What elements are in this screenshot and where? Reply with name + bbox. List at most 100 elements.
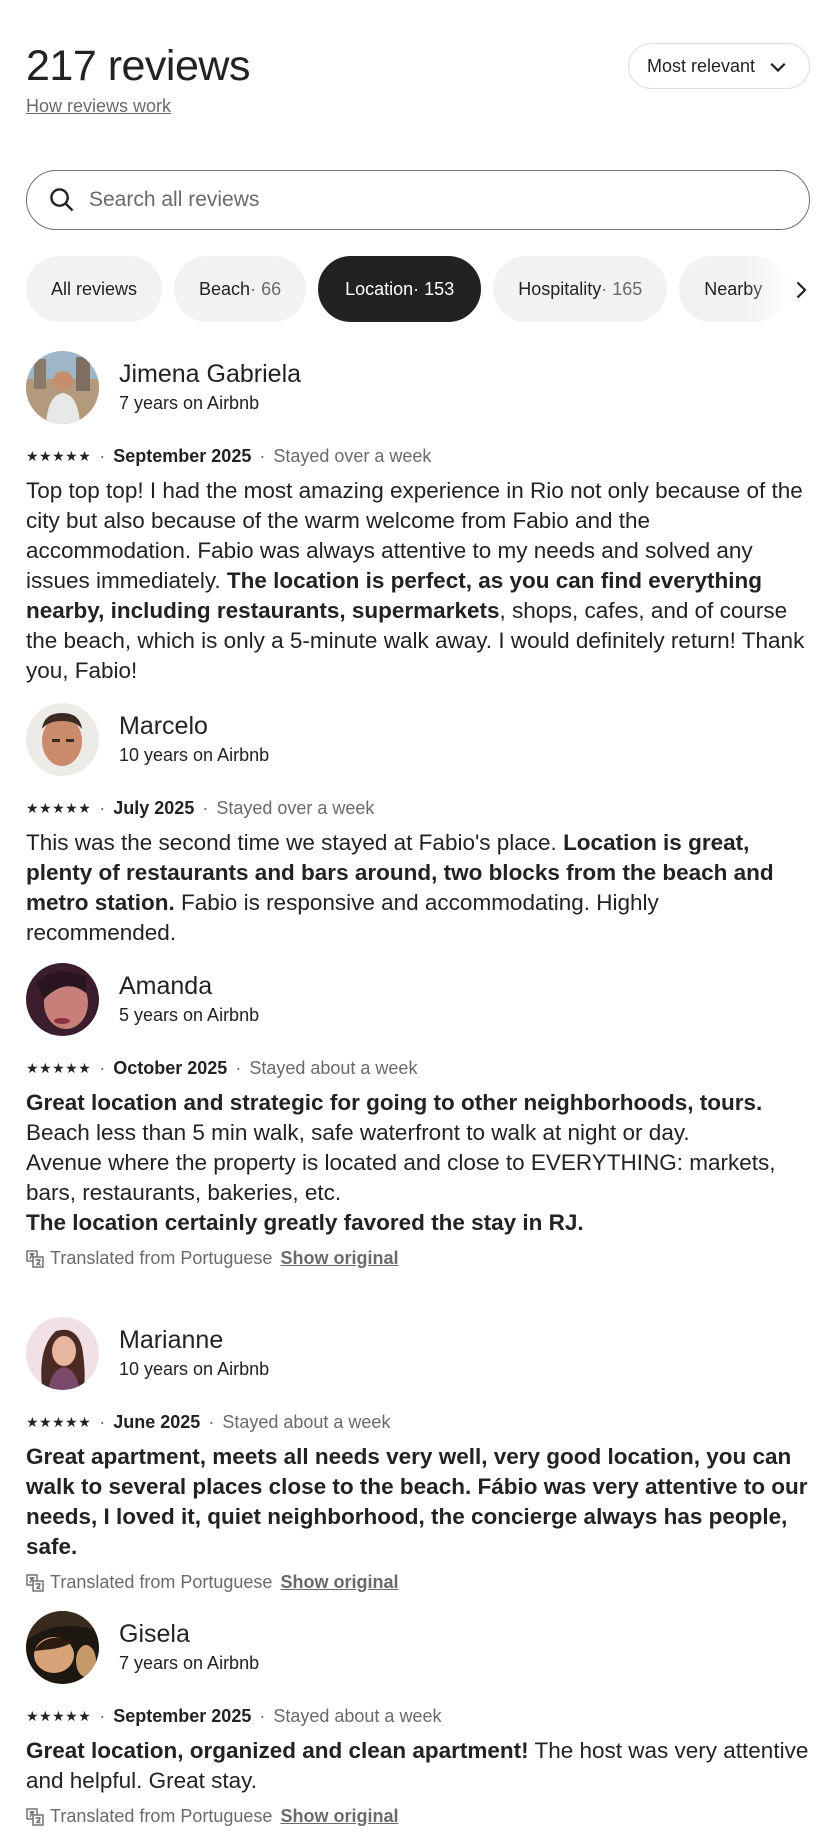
separator: · [202,798,209,818]
show-original-link[interactable]: Show original [280,1572,398,1593]
show-original-link[interactable]: Show original [280,1806,398,1827]
review-body: This was the second time we stayed at Fa… [26,828,810,948]
review-text: Avenue where the property is located and… [26,1150,776,1205]
rating-stars: ★★★★★ [26,448,92,464]
sort-dropdown[interactable]: Most relevant [627,43,810,89]
chip-count: · 153 [413,278,455,299]
review-highlight: Great apartment, meets all needs very we… [26,1444,808,1559]
rating-stars: ★★★★★ [26,1708,92,1724]
review-date: October 2025 [113,1058,228,1078]
separator: · [99,1706,106,1726]
review-item: Gisela 7 years on Airbnb ★★★★★ · Septemb… [26,1610,810,1840]
separator: · [99,1058,106,1078]
avatar[interactable] [26,702,99,776]
reviewer: Amanda 5 years on Airbnb [26,962,810,1036]
reviewer-tenure: 5 years on Airbnb [119,1005,260,1025]
separator: · [99,446,106,466]
avatar[interactable] [26,1610,99,1684]
review-date: September 2025 [113,446,252,466]
reviewer: Gisela 7 years on Airbnb [26,1610,810,1684]
review-item: Jimena Gabriela 7 years on Airbnb ★★★★★ … [26,350,810,702]
translation-note: Translated from Portuguese Show original [26,1572,810,1593]
chip-count: · 165 [601,278,643,299]
reviewer-info: Amanda 5 years on Airbnb [119,970,259,1028]
review-list: Jimena Gabriela 7 years on Airbnb ★★★★★ … [26,350,810,1840]
reviewer-tenure: 10 years on Airbnb [119,1359,270,1379]
review-body: Great location, organized and clean apar… [26,1736,810,1796]
translated-label: Translated from Portuguese [50,1806,273,1826]
translation-note: Translated from Portuguese Show original [26,1248,810,1269]
search-input[interactable] [89,188,787,212]
rating-stars: ★★★★★ [26,1414,92,1430]
rating-stars: ★★★★★ [26,1060,92,1076]
reviewer: Jimena Gabriela 7 years on Airbnb [26,350,810,424]
translated-label: Translated from Portuguese [50,1248,273,1268]
stay-length: Stayed about a week [249,1058,418,1078]
stay-length: Stayed over a week [273,446,432,466]
separator: · [208,1412,215,1432]
avatar[interactable] [26,962,99,1036]
review-highlight: Great location, organized and clean apar… [26,1738,529,1763]
separator: · [235,1058,242,1078]
translate-icon [26,1573,44,1592]
reviews-header: 217 reviews How reviews work Most releva… [26,36,810,126]
chip-label: Hospitality [518,278,602,299]
review-highlight: Great location and strategic for going t… [26,1090,763,1115]
translate-icon [26,1249,44,1268]
reviewer-name: Gisela [119,1620,190,1648]
show-original-link[interactable]: Show original [280,1248,398,1269]
how-reviews-work-link[interactable]: How reviews work [26,96,171,117]
separator: · [99,798,106,818]
review-item: Amanda 5 years on Airbnb ★★★★★ · October… [26,962,810,1316]
review-body: Top top top! I had the most amazing expe… [26,476,810,686]
chip-beach[interactable]: Beach · 66 [174,256,307,322]
chevron-right-icon [796,281,807,299]
review-text: This was the second time we stayed at Fa… [26,830,564,855]
chip-all-reviews[interactable]: All reviews [26,256,163,322]
translation-note: Translated from Portuguese Show original [26,1806,810,1827]
translate-icon [26,1807,44,1826]
review-meta: ★★★★★ · July 2025 · Stayed over a week [26,796,810,820]
filter-chips: All reviews Beach · 66 Location · 153 Ho… [26,256,836,324]
review-meta: ★★★★★ · June 2025 · Stayed about a week [26,1410,810,1434]
rating-stars: ★★★★★ [26,800,92,816]
review-meta: ★★★★★ · September 2025 · Stayed over a w… [26,444,810,468]
review-highlight: The location certainly greatly favored t… [26,1210,584,1235]
review-item: Marianne 10 years on Airbnb ★★★★★ · June… [26,1316,810,1610]
reviewer-name: Amanda [119,972,213,1000]
review-date: June 2025 [113,1412,201,1432]
reviewer-tenure: 7 years on Airbnb [119,1653,260,1673]
chip-hospitality[interactable]: Hospitality · 165 [493,256,668,322]
chip-label: Beach [199,278,251,299]
reviewer-tenure: 10 years on Airbnb [119,745,270,765]
stay-length: Stayed about a week [222,1412,391,1432]
review-text: Beach less than 5 min walk, safe waterfr… [26,1120,690,1145]
reviews-page: 217 reviews How reviews work Most releva… [0,0,836,1844]
search-box[interactable] [26,170,810,230]
chips-next-button[interactable] [784,274,816,306]
reviewer-name: Marcelo [119,712,208,740]
stay-length: Stayed about a week [273,1706,442,1726]
review-meta: ★★★★★ · October 2025 · Stayed about a we… [26,1056,810,1080]
reviewer: Marcelo 10 years on Airbnb [26,702,810,776]
review-body: Great apartment, meets all needs very we… [26,1442,810,1562]
reviewer-info: Marianne 10 years on Airbnb [119,1324,269,1382]
chevron-down-icon [770,62,786,73]
avatar[interactable] [26,1316,99,1390]
sort-label: Most relevant [646,55,755,76]
reviewer: Marianne 10 years on Airbnb [26,1316,810,1390]
reviewer-info: Gisela 7 years on Airbnb [119,1618,259,1676]
separator: · [259,446,266,466]
separator: · [259,1706,266,1726]
review-item: Marcelo 10 years on Airbnb ★★★★★ · July … [26,702,810,962]
chip-label: All reviews [51,278,138,299]
chip-location[interactable]: Location · 153 [318,256,482,322]
reviewer-name: Jimena Gabriela [119,360,302,388]
translated-label: Translated from Portuguese [50,1572,273,1592]
reviewer-info: Marcelo 10 years on Airbnb [119,710,269,768]
review-date: July 2025 [113,798,195,818]
reviewer-tenure: 7 years on Airbnb [119,393,260,413]
separator: · [99,1412,106,1432]
avatar[interactable] [26,350,99,424]
reviewer-info: Jimena Gabriela 7 years on Airbnb [119,358,301,416]
